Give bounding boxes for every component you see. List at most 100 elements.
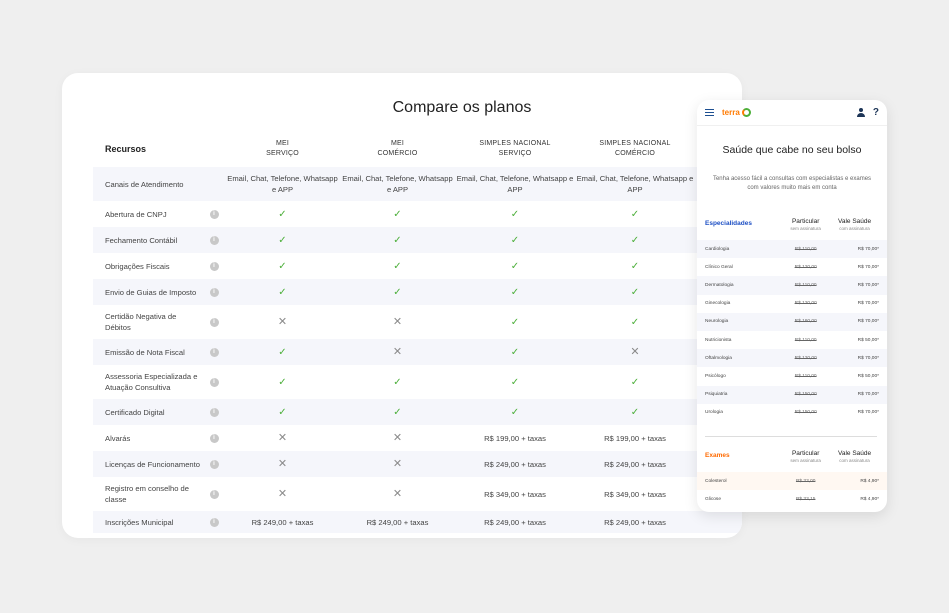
price-row: Cardiologia R$ 110,00 R$ 70,00* (697, 240, 887, 259)
row-name: Nutricionista (705, 337, 732, 343)
row-name: Neurologia (705, 319, 729, 325)
price-row: Urologia R$ 150,00 R$ 70,00* (697, 404, 887, 422)
check-icon: ✓ (510, 316, 520, 328)
row-name: Oftalmologia (705, 355, 732, 361)
cross-icon: ✕ (277, 315, 288, 328)
vale-saude-col-header: Vale Saúde com assinatura (837, 450, 872, 463)
compare-body: Canais de Atendimento Email, Chat, Telefo… (93, 167, 742, 533)
plan-header-simples-comercio: SIMPLES NACIONAL COMÉRCIO (599, 140, 671, 157)
old-price: R$ 33,00 (795, 478, 816, 484)
price-row: Oftalmologia R$ 120,00 R$ 70,00* (697, 349, 887, 368)
plan-header-mei-servico: MEI SERVIÇO (266, 140, 299, 157)
plan-value: R$ 349,00 + taxas (604, 489, 666, 499)
mobile-preview-card: terra ? Saúde que cabe no seu bolso Tenh… (697, 100, 887, 512)
check-icon: ✓ (393, 208, 402, 220)
cross-icon: ✕ (277, 457, 288, 470)
old-price: R$ 120,00 (794, 301, 817, 307)
plan-value: R$ 199,00 + taxas (604, 433, 666, 443)
plan-value: R$ 249,00 + taxas (484, 517, 546, 527)
row-name: Clínico Geral (705, 264, 733, 270)
info-icon[interactable]: i (209, 433, 219, 443)
row-name: Ginecologia (705, 301, 731, 307)
info-icon[interactable]: i (209, 261, 219, 271)
help-icon[interactable]: ? (873, 107, 879, 118)
cross-icon: ✕ (392, 457, 403, 470)
check-icon: ✓ (278, 406, 287, 418)
table-row: Alvarás i ✕ ✕ R$ 199,00 + taxas R$ 199,00 + t… (93, 425, 742, 451)
plan-value: R$ 249,00 + taxas (251, 517, 314, 527)
plan-value: Email, Chat, Telefone, Whatsapp e APP (456, 174, 574, 194)
info-icon[interactable]: i (209, 377, 219, 387)
price-row: Glicose R$ 33,15 R$ 4,90* (697, 490, 887, 508)
specialties-section: Especialidades Particular sem assinatura … (697, 218, 887, 422)
price-row: Colesterol R$ 33,00 R$ 4,90* (697, 472, 887, 491)
table-row: Assessoria Especializada e Atuação Consu… (93, 365, 742, 399)
cross-icon: ✕ (392, 487, 403, 500)
info-icon[interactable]: i (209, 489, 219, 499)
price-row: Psicólogo R$ 110,00 R$ 50,00* (697, 367, 887, 385)
plan-value: Email, Chat, Telefone, Whatsapp e APP (342, 174, 453, 194)
check-icon: ✓ (510, 346, 520, 358)
info-icon[interactable]: i (209, 517, 219, 527)
check-icon: ✓ (630, 316, 640, 328)
user-icon[interactable] (856, 108, 865, 117)
new-price: R$ 4,90* (860, 496, 879, 502)
table-row: Abertura de CNPJ i ✓ ✓ ✓ ✓ (93, 201, 742, 227)
check-icon: ✓ (630, 286, 640, 298)
check-icon: ✓ (278, 346, 287, 358)
plan-value: R$ 249,00 + taxas (366, 517, 429, 527)
old-price: R$ 150,00 (794, 410, 817, 416)
table-row: Envio de Guias de Imposto i ✓ ✓ ✓ ✓ (93, 279, 742, 305)
feature-label: Certidão Negativa de Débitos (105, 312, 177, 332)
info-icon[interactable]: i (209, 317, 219, 327)
price-row: Neurologia R$ 160,00 R$ 70,00* (697, 312, 887, 331)
feature-label: Inscrições Municipal (105, 517, 174, 527)
new-price: R$ 50,00* (857, 373, 879, 379)
info-icon[interactable]: i (209, 235, 219, 245)
exams-list: Colesterol R$ 33,00 R$ 4,90* Glicose R$ 33,1… (697, 472, 887, 508)
section-divider (705, 436, 877, 437)
info-icon[interactable]: i (209, 287, 219, 297)
info-icon[interactable]: i (209, 209, 219, 219)
new-price: R$ 70,00* (857, 282, 879, 288)
check-icon: ✓ (278, 260, 287, 272)
feature-label: Certificado Digital (105, 407, 165, 417)
compare-title: Compare os planos (392, 99, 532, 116)
plan-value: Email, Chat, Telefone, Whatsapp e APP (576, 174, 694, 194)
info-icon[interactable]: i (209, 459, 219, 469)
menu-icon[interactable] (705, 109, 714, 116)
plan-value: R$ 249,00 + taxas (484, 459, 546, 469)
old-price: R$ 160,00 (794, 319, 817, 325)
new-price: R$ 70,00* (857, 264, 879, 270)
specialties-heading: Especialidades (705, 220, 752, 227)
check-icon: ✓ (278, 208, 287, 220)
table-row: Emissão de Nota Fiscal i ✓ ✕ ✓ ✕ (93, 339, 742, 365)
feature-label: Licenças de Funcionamento (105, 459, 200, 469)
price-row: Dermatologia R$ 110,00 R$ 70,00* (697, 276, 887, 295)
check-icon: ✓ (510, 234, 520, 246)
check-icon: ✓ (393, 376, 402, 388)
cross-icon: ✕ (277, 431, 288, 444)
row-name: Glicose (705, 496, 721, 502)
feature-label: Obrigações Fiscais (105, 261, 170, 271)
price-row: Psiquiatria R$ 150,00 R$ 70,00* (697, 385, 887, 404)
feature-label: Fechamento Contábil (105, 235, 178, 245)
feature-label: Canais de Atendimento (105, 179, 184, 189)
new-price: R$ 70,00* (857, 319, 879, 325)
check-icon: ✓ (510, 208, 520, 220)
check-icon: ✓ (510, 376, 520, 388)
cross-icon: ✕ (392, 315, 403, 328)
check-icon: ✓ (630, 260, 640, 272)
info-icon[interactable]: i (209, 347, 219, 357)
feature-label: Assessoria Especializada e Atuação Consu… (105, 372, 198, 392)
new-price: R$ 70,00* (857, 392, 879, 398)
check-icon: ✓ (510, 406, 520, 418)
exams-heading: Exames (705, 452, 730, 459)
old-price: R$ 120,00 (794, 355, 817, 361)
info-icon[interactable]: i (209, 407, 219, 417)
old-price: R$ 150,00 (794, 392, 817, 398)
old-price: R$ 33,15 (795, 496, 816, 502)
brand-logo[interactable]: terra (722, 108, 751, 117)
desktop-compare-card: Compare os planos Recursos MEI SERVIÇO ME… (62, 73, 742, 538)
price-row: Ginecologia R$ 120,00 R$ 70,00* (697, 295, 887, 313)
